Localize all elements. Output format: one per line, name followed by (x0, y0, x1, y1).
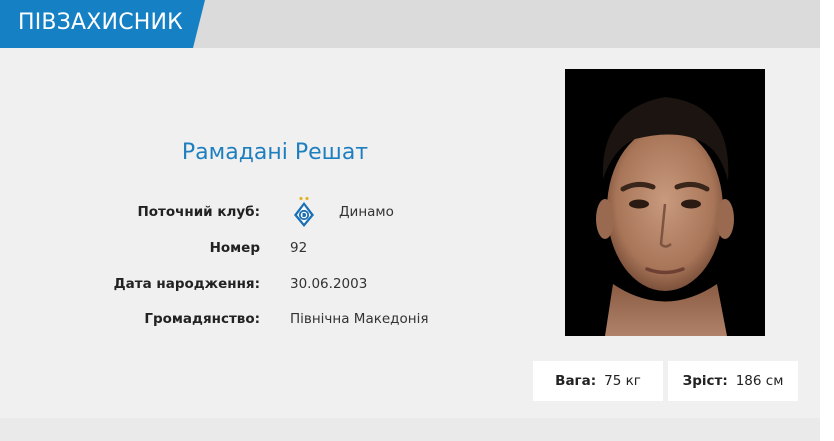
number-value: 92 (290, 240, 308, 256)
player-name: Рамадані Решат (181, 140, 369, 165)
page-margin (820, 0, 834, 441)
birthdate-value: 30.06.2003 (290, 276, 368, 292)
section-header: ПІВЗАХИСНИК (0, 0, 820, 48)
player-portrait-icon (565, 69, 765, 336)
birthdate-label: Дата народження: (113, 276, 260, 292)
height-label: Зріст: (682, 373, 728, 389)
card-bottom-divider (0, 418, 834, 441)
player-photo (565, 69, 765, 336)
height-stat: Зріст: 186 см (668, 361, 798, 401)
weight-value: 75 кг (604, 373, 641, 389)
citizenship-value: Північна Македонія (290, 311, 429, 327)
club-value[interactable]: Динамо (339, 204, 394, 220)
number-label: Номер (209, 240, 260, 256)
position-tab: ПІВЗАХИСНИК (0, 0, 205, 48)
player-profile-page: ПІВЗАХИСНИК Рамадані Решат Поточний клуб… (0, 0, 834, 441)
weight-label: Вага: (555, 373, 597, 389)
position-label: ПІВЗАХИСНИК (18, 10, 183, 35)
dynamo-logo-icon[interactable] (292, 196, 316, 228)
club-label: Поточний клуб: (137, 204, 260, 220)
weight-stat: Вага: 75 кг (533, 361, 663, 401)
height-value: 186 см (735, 373, 784, 389)
citizenship-label: Громадянство: (144, 311, 260, 327)
